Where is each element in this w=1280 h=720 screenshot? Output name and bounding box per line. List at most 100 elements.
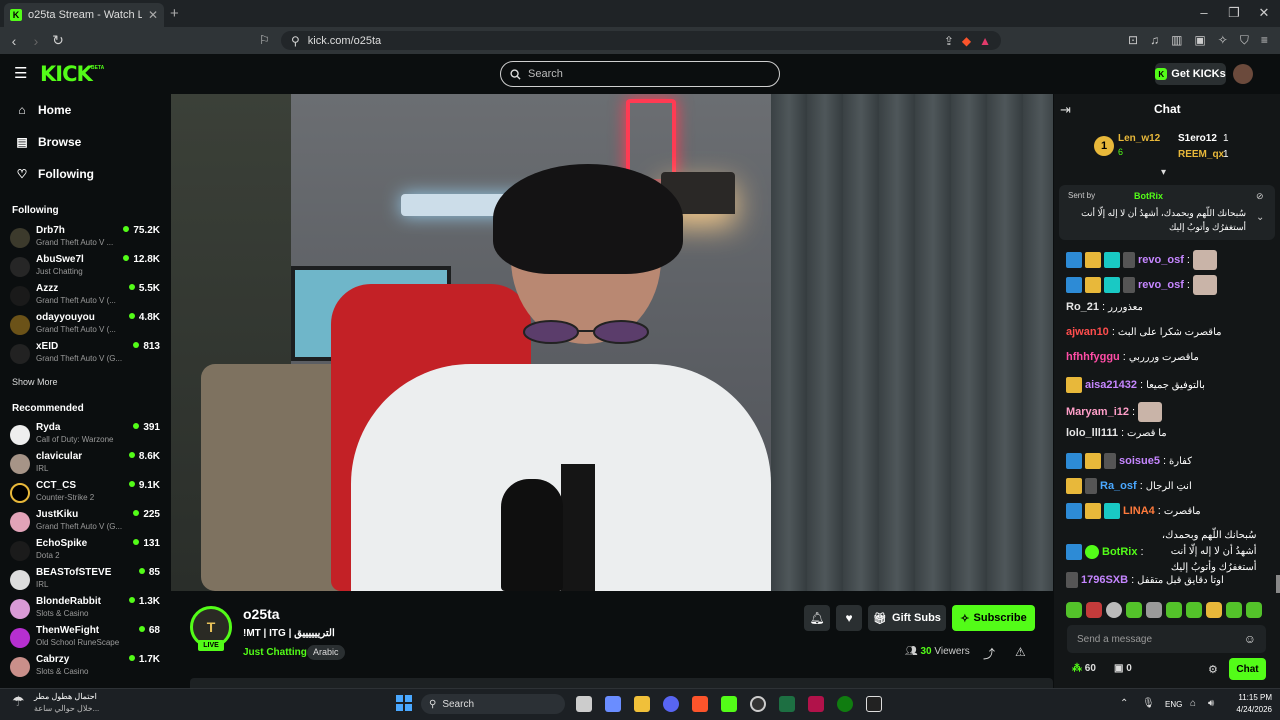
brave-shield-icon[interactable]: ◆ xyxy=(962,34,971,48)
clock-time[interactable]: 11:15 PM xyxy=(1234,693,1272,702)
emote-icon[interactable] xyxy=(1086,602,1102,618)
leaderboard-user[interactable]: S1ero12 xyxy=(1178,133,1217,144)
chat-username[interactable]: Ro_21 xyxy=(1066,301,1099,313)
user-avatar[interactable] xyxy=(1233,64,1253,84)
streamer-name[interactable]: o25ta xyxy=(243,606,280,622)
following-channel[interactable]: xEID Grand Theft Auto V (G... 813 xyxy=(10,341,162,369)
recommended-channel[interactable]: Ryda Call of Duty: Warzone 391 xyxy=(10,422,162,450)
recommended-channel[interactable]: EchoSpike Dota 2 131 xyxy=(10,538,162,566)
following-channel[interactable]: Drb7h Grand Theft Auto V ... 75.2K xyxy=(10,225,162,253)
kick-app-icon[interactable] xyxy=(721,696,737,712)
leaderboard-user[interactable]: Len_w12 xyxy=(1118,133,1160,144)
microphone-icon[interactable]: 🎙︎ xyxy=(1142,698,1155,709)
chevron-down-icon[interactable]: ⌄ xyxy=(1256,212,1264,223)
recommended-channel[interactable]: BEASTofSTEVE IRL 85 xyxy=(10,567,162,595)
bookmark-icon[interactable]: ⚐ xyxy=(259,33,270,47)
chat-username[interactable]: BotRix xyxy=(1102,546,1137,558)
minimize-icon[interactable]: – xyxy=(1194,5,1214,20)
show-more-link[interactable]: Show More xyxy=(12,377,58,387)
back-icon[interactable]: ‹ xyxy=(3,33,25,49)
nav-following[interactable]: ♡ Following xyxy=(15,167,94,181)
obs-icon[interactable] xyxy=(750,696,766,712)
taskbar-search[interactable]: ⚲ Search xyxy=(421,694,565,714)
browser-tab[interactable]: K o25ta Stream - Watch Live on Kick ✕ xyxy=(4,3,164,27)
recommended-channel[interactable]: CCT_CS Counter-Strike 2 9.1K xyxy=(10,480,162,508)
task-view-icon[interactable] xyxy=(576,696,592,712)
leaderboard-user[interactable]: REEM_qx xyxy=(1178,149,1224,160)
close-window-icon[interactable]: ✕ xyxy=(1254,5,1274,21)
unpin-icon[interactable]: ⊘ xyxy=(1256,191,1264,202)
follow-button[interactable]: ♥ xyxy=(836,605,862,631)
emote-icon[interactable] xyxy=(1126,602,1142,618)
windows-start-icon[interactable] xyxy=(396,695,412,711)
search-bar[interactable]: Search xyxy=(500,61,780,87)
sidebar-toggle-icon[interactable]: ▥ xyxy=(1171,33,1182,48)
collapse-chat-icon[interactable]: ⇥ xyxy=(1060,102,1071,118)
leaderboard-expand-icon[interactable]: ▾ xyxy=(1161,167,1166,178)
xbox-icon[interactable] xyxy=(837,696,853,712)
new-tab-icon[interactable]: + xyxy=(170,5,179,22)
kick-logo[interactable]: KICK xyxy=(40,62,93,86)
brave-rewards-icon[interactable]: ▲ xyxy=(979,34,991,48)
chat-username[interactable]: hfhhfyggu xyxy=(1066,351,1120,363)
chat-scrollbar[interactable] xyxy=(1276,575,1280,593)
recommended-channel[interactable]: BlondeRabbit Slots & Casino 1.3K xyxy=(10,596,162,624)
stream-category-link[interactable]: Just Chatting xyxy=(243,647,307,658)
share-page-icon[interactable]: ⇪ xyxy=(944,34,954,48)
network-icon[interactable]: ⌂ xyxy=(1190,698,1196,709)
chat-username[interactable]: revo_osf xyxy=(1138,254,1184,266)
file-explorer-icon[interactable] xyxy=(634,696,650,712)
chat-username[interactable]: aisa21432 xyxy=(1085,379,1137,391)
app-icon[interactable] xyxy=(866,696,882,712)
tab-search-icon[interactable]: ⊡ xyxy=(1128,33,1138,48)
send-chat-button[interactable]: Chat xyxy=(1229,658,1266,680)
emote-icon[interactable] xyxy=(1146,602,1162,618)
chat-username[interactable]: Ra_osf xyxy=(1100,480,1137,492)
emote-icon[interactable] xyxy=(1186,602,1202,618)
chat-input[interactable]: Send a message ☺ xyxy=(1067,625,1266,653)
forward-icon[interactable]: › xyxy=(25,33,47,49)
menu-icon[interactable]: ≡ xyxy=(1261,33,1268,48)
report-icon[interactable]: ⚠ xyxy=(1015,645,1026,659)
chat-username[interactable]: Maryam_i12 xyxy=(1066,406,1129,418)
hamburger-menu-icon[interactable]: ☰ xyxy=(14,64,27,82)
discord-icon[interactable] xyxy=(663,696,679,712)
chat-username[interactable]: lolo_lll111 xyxy=(1066,427,1118,439)
address-bar[interactable]: ⚲ kick.com/o25ta ⇪ ◆ ▲ xyxy=(281,31,1001,50)
chevron-up-icon[interactable]: ⌃ xyxy=(1120,698,1128,709)
emote-icon[interactable] xyxy=(1066,602,1082,618)
reload-icon[interactable]: ↻ xyxy=(47,32,69,49)
nav-home[interactable]: ⌂ Home xyxy=(15,103,71,117)
recommended-channel[interactable]: clavicular IRL 8.6K xyxy=(10,451,162,479)
share-icon[interactable]: ⤴ xyxy=(983,645,995,662)
brave-icon[interactable] xyxy=(692,696,708,712)
video-player[interactable] xyxy=(171,94,1053,591)
recommended-channel[interactable]: Cabrzy Slots & Casino 1.7K xyxy=(10,654,162,682)
leo-ai-icon[interactable]: ✧ xyxy=(1218,33,1228,48)
claim-rewards[interactable]: ▣ 0 xyxy=(1114,663,1132,674)
chat-username[interactable]: 1796SXB xyxy=(1081,574,1128,586)
following-channel[interactable]: AbuSwe7l Just Chatting 12.8K xyxy=(10,254,162,282)
emote-icon[interactable] xyxy=(1226,602,1242,618)
emote-icon[interactable] xyxy=(1206,602,1222,618)
gear-icon[interactable]: ⚙ xyxy=(1208,663,1218,676)
weather-icon[interactable]: ☂ xyxy=(12,693,25,710)
excel-icon[interactable] xyxy=(779,696,795,712)
notifications-button[interactable]: 🔔︎ xyxy=(804,605,830,631)
channel-points[interactable]: ⁂ 60 xyxy=(1072,663,1096,674)
chat-username[interactable]: LINA4 xyxy=(1123,505,1155,517)
emote-icon[interactable] xyxy=(1166,602,1182,618)
subscribe-button[interactable]: ✧ Subscribe xyxy=(952,605,1035,631)
following-channel[interactable]: odayyouyou Grand Theft Auto V (... 4.8K xyxy=(10,312,162,340)
pinned-author[interactable]: BotRix xyxy=(1134,191,1163,201)
adobe-icon[interactable] xyxy=(808,696,824,712)
recommended-channel[interactable]: JustKiku Grand Theft Auto V (G... 225 xyxy=(10,509,162,537)
language-indicator[interactable]: ENG xyxy=(1165,700,1182,709)
volume-icon[interactable]: 🔊︎ xyxy=(1208,698,1214,709)
maximize-icon[interactable]: ❐ xyxy=(1224,5,1244,21)
site-info-icon[interactable]: ⚲ xyxy=(291,34,300,48)
gift-subs-button[interactable]: 🎁︎ Gift Subs xyxy=(868,605,946,631)
chat-username[interactable]: revo_osf xyxy=(1138,279,1184,291)
emoji-icon[interactable]: ☺ xyxy=(1244,632,1256,646)
media-icon[interactable]: ♫ xyxy=(1150,33,1159,48)
